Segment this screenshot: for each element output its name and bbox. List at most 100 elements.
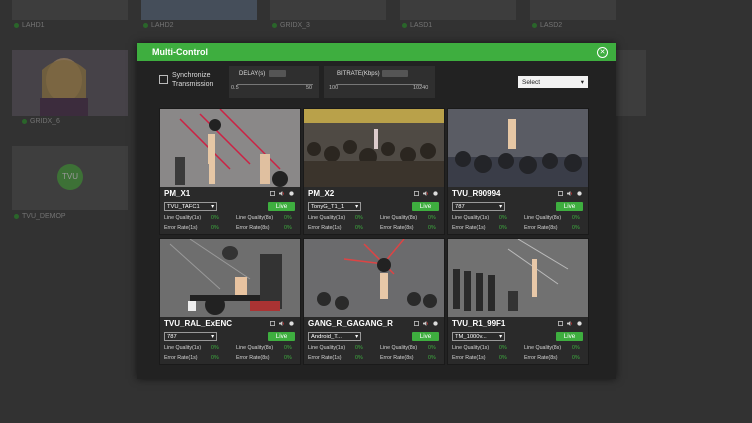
source-dropdown[interactable]: Android_T... ▾ [308,332,361,341]
line-quality-1s-label: Line Quality(1s) [452,345,490,351]
error-rate-1s-value: 0% [211,355,219,361]
live-button[interactable]: Live [412,332,439,341]
error-rate-8s-value: 0% [572,355,580,361]
line-quality-8s-value: 0% [428,345,436,351]
error-rate-1s-value: 0% [499,355,507,361]
line-quality-1s-value: 0% [211,345,219,351]
chevron-down-icon: ▾ [499,333,502,340]
error-rate-1s-label: Error Rate(1s) [452,355,486,361]
bitrate-title: BITRATE(Kbps) [337,71,380,77]
source-dropdown[interactable]: TonyG_T1_1 ▾ [308,202,361,211]
error-rate-8s-label: Error Rate(8s) [380,225,414,231]
multi-control-dialog: Multi-Control ✕ Synchronize Transmission… [137,43,616,379]
speaker-icon[interactable] [567,321,572,326]
info-icon[interactable] [289,321,294,326]
video-preview[interactable] [304,239,444,317]
video-preview[interactable] [304,109,444,187]
fullscreen-icon[interactable] [270,191,275,196]
bitrate-panel: BITRATE(Kbps) 100 10240 [324,66,435,98]
bitrate-max: 10240 [413,85,429,91]
line-quality-1s-label: Line Quality(1s) [308,215,346,221]
source-card: TVU_R90994 787 ▾ Live Line Quality(1s) 0%… [447,108,589,235]
line-quality-1s-label: Line Quality(1s) [452,215,490,221]
error-rate-1s-label: Error Rate(1s) [308,355,342,361]
line-quality-8s-label: Line Quality(8s) [380,215,418,221]
error-rate-1s-label: Error Rate(1s) [164,225,198,231]
info-icon[interactable] [577,321,582,326]
source-card: PM_X1 TVU_TAFC1 ▾ Live Line Quality(1s) 0… [159,108,301,235]
speaker-icon[interactable] [279,191,284,196]
fullscreen-icon[interactable] [270,321,275,326]
source-dropdown[interactable]: TM_1000v... ▾ [452,332,505,341]
chevron-down-icon: ▾ [211,333,214,340]
dialog-header: Multi-Control ✕ [137,43,616,61]
select-dropdown[interactable]: Select ▾ [518,76,588,88]
video-preview[interactable] [160,109,300,187]
line-quality-1s-value: 0% [355,345,363,351]
error-rate-8s-value: 0% [428,355,436,361]
fullscreen-icon[interactable] [558,191,563,196]
error-rate-1s-value: 0% [211,225,219,231]
live-button[interactable]: Live [268,332,295,341]
error-rate-1s-label: Error Rate(1s) [164,355,198,361]
delay-max: 50 [306,85,313,91]
line-quality-1s-value: 0% [499,345,507,351]
info-icon[interactable] [433,191,438,196]
error-rate-8s-label: Error Rate(8s) [380,355,414,361]
synchronize-checkbox[interactable] [159,75,168,84]
bitrate-input[interactable] [382,70,408,77]
source-card: TVU_RAL_ExENC 787 ▾ Live Line Quality(1s)… [159,238,301,365]
delay-title: DELAY(s) [239,71,266,77]
source-dropdown[interactable]: 787 ▾ [452,202,505,211]
chevron-down-icon: ▾ [355,203,358,210]
line-quality-8s-value: 0% [284,345,292,351]
speaker-icon[interactable] [567,191,572,196]
chevron-down-icon: ▾ [580,79,584,86]
line-quality-1s-value: 0% [355,215,363,221]
speaker-icon[interactable] [423,321,428,326]
info-icon[interactable] [433,321,438,326]
info-icon[interactable] [289,191,294,196]
error-rate-1s-label: Error Rate(1s) [308,225,342,231]
fullscreen-icon[interactable] [558,321,563,326]
close-icon[interactable]: ✕ [597,46,608,58]
fullscreen-icon[interactable] [414,321,419,326]
synchronize-label: Synchronize Transmission [172,72,214,88]
line-quality-1s-label: Line Quality(1s) [164,345,202,351]
card-name: PM_X2 [308,189,335,198]
speaker-icon[interactable] [423,191,428,196]
source-dropdown[interactable]: TVU_TAFC1 ▾ [164,202,217,211]
card-name: GANG_R_GAGANG_R [308,319,393,328]
card-name: TVU_R90994 [452,189,501,198]
line-quality-8s-value: 0% [572,345,580,351]
source-card: PM_X2 TonyG_T1_1 ▾ Live Line Quality(1s) … [303,108,445,235]
speaker-icon[interactable] [279,321,284,326]
card-name: PM_X1 [164,189,191,198]
delay-panel: DELAY(s) 0.5 50 [229,66,319,98]
error-rate-8s-label: Error Rate(8s) [524,225,558,231]
delay-slider[interactable] [237,84,313,85]
dialog-title: Multi-Control [152,47,208,57]
video-preview[interactable] [160,239,300,317]
live-button[interactable]: Live [268,202,295,211]
chevron-down-icon: ▾ [499,203,502,210]
line-quality-8s-label: Line Quality(8s) [380,345,418,351]
error-rate-8s-label: Error Rate(8s) [236,225,270,231]
line-quality-8s-value: 0% [572,215,580,221]
delay-input[interactable] [269,70,286,77]
card-name: TVU_RAL_ExENC [164,319,233,328]
live-button[interactable]: Live [556,202,583,211]
source-dropdown[interactable]: 787 ▾ [164,332,217,341]
video-preview[interactable] [448,109,588,187]
bitrate-slider[interactable] [336,84,422,85]
source-card: GANG_R_GAGANG_R Android_T... ▾ Live Line … [303,238,445,365]
error-rate-8s-value: 0% [572,225,580,231]
info-icon[interactable] [577,191,582,196]
source-card: TVU_R1_99F1 TM_1000v... ▾ Live Line Quali… [447,238,589,365]
line-quality-8s-value: 0% [284,215,292,221]
live-button[interactable]: Live [556,332,583,341]
live-button[interactable]: Live [412,202,439,211]
video-preview[interactable] [448,239,588,317]
fullscreen-icon[interactable] [414,191,419,196]
line-quality-1s-value: 0% [211,215,219,221]
